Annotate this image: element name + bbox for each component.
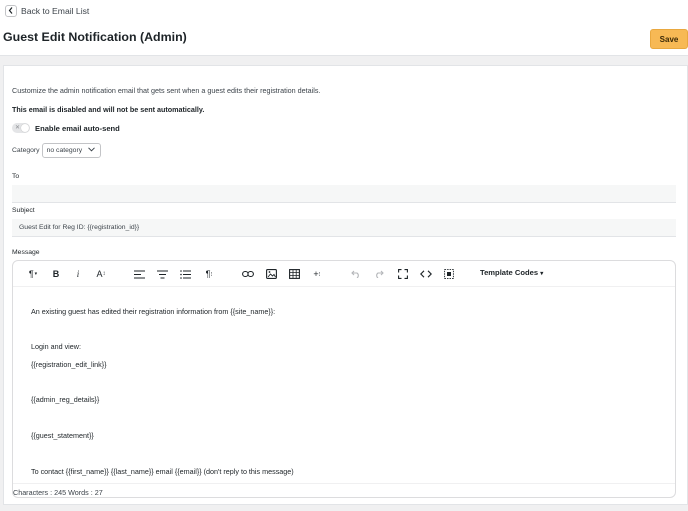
undo-icon[interactable]: [350, 267, 362, 281]
message-line[interactable]: To contact {{first_name}} {{last_name}} …: [31, 467, 294, 476]
chevron-left-icon: [5, 4, 17, 17]
editor-toolbar: ¶ ▾ B i A ↕ ¶ ⁝ + ⁝ Template Codes ▾: [13, 261, 675, 287]
auto-send-toggle[interactable]: ✕: [12, 123, 30, 133]
align-left-icon[interactable]: [132, 267, 146, 281]
link-icon[interactable]: [241, 267, 255, 281]
message-line[interactable]: {{registration_edit_link}}: [31, 360, 107, 369]
paragraph-format-icon[interactable]: ¶ ▾: [25, 267, 41, 281]
fullscreen-icon[interactable]: [396, 267, 410, 281]
template-codes-button[interactable]: Template Codes ▾: [480, 268, 543, 277]
subject-label: Subject: [12, 207, 35, 214]
top-bar: Back to Email List Guest Edit Notificati…: [0, 0, 688, 56]
message-line[interactable]: An existing guest has edited their regis…: [31, 307, 275, 316]
message-editor: ¶ ▾ B i A ↕ ¶ ⁝ + ⁝ Template Codes ▾ An …: [12, 260, 676, 498]
chevron-down-icon: [87, 147, 95, 154]
list-icon[interactable]: [178, 267, 192, 281]
redo-icon[interactable]: [373, 267, 385, 281]
paragraph-mark-icon[interactable]: ¶ ⁝: [202, 267, 216, 281]
status-divider: [13, 483, 675, 484]
save-button[interactable]: Save: [650, 29, 688, 49]
toggle-knob: [21, 124, 29, 132]
message-line[interactable]: Login and view:: [31, 342, 81, 351]
auto-send-row: ✕ Enable email auto-send: [12, 123, 120, 133]
char-word-count: Characters : 245 Words : 27: [13, 488, 103, 497]
disabled-notice: This email is disabled and will not be s…: [12, 105, 205, 114]
bold-icon[interactable]: B: [50, 267, 62, 281]
message-line[interactable]: {{admin_reg_details}}: [31, 395, 99, 404]
toggle-off-icon: ✕: [15, 125, 21, 131]
subject-field[interactable]: [12, 219, 676, 237]
settings-panel: Customize the admin notification email t…: [3, 65, 688, 505]
code-view-icon[interactable]: [419, 267, 433, 281]
email-description: Customize the admin notification email t…: [12, 86, 321, 95]
category-value: no category: [46, 147, 83, 154]
table-icon[interactable]: [287, 267, 301, 281]
back-label: Back to Email List: [21, 5, 90, 16]
template-codes-label: Template Codes: [480, 268, 539, 277]
category-row: Category no category: [12, 143, 101, 158]
category-select[interactable]: no category: [41, 143, 101, 158]
message-line[interactable]: {{guest_statement}}: [31, 431, 94, 440]
italic-icon[interactable]: i: [73, 267, 83, 281]
align-center-icon[interactable]: [155, 267, 169, 281]
page-title: Guest Edit Notification (Admin): [3, 30, 187, 44]
caret-down-icon: ▾: [540, 271, 544, 277]
category-label: Category: [12, 147, 40, 154]
to-label: To: [12, 173, 20, 180]
font-size-icon[interactable]: A ↕: [94, 267, 108, 281]
auto-send-label: Enable email auto-send: [35, 123, 120, 133]
insert-more-icon[interactable]: + ⁝: [310, 267, 324, 281]
image-icon[interactable]: [264, 267, 278, 281]
select-all-icon[interactable]: [442, 267, 456, 281]
to-field[interactable]: [12, 185, 676, 203]
message-label: Message: [12, 249, 40, 256]
back-to-email-list-button[interactable]: Back to Email List: [5, 3, 89, 18]
